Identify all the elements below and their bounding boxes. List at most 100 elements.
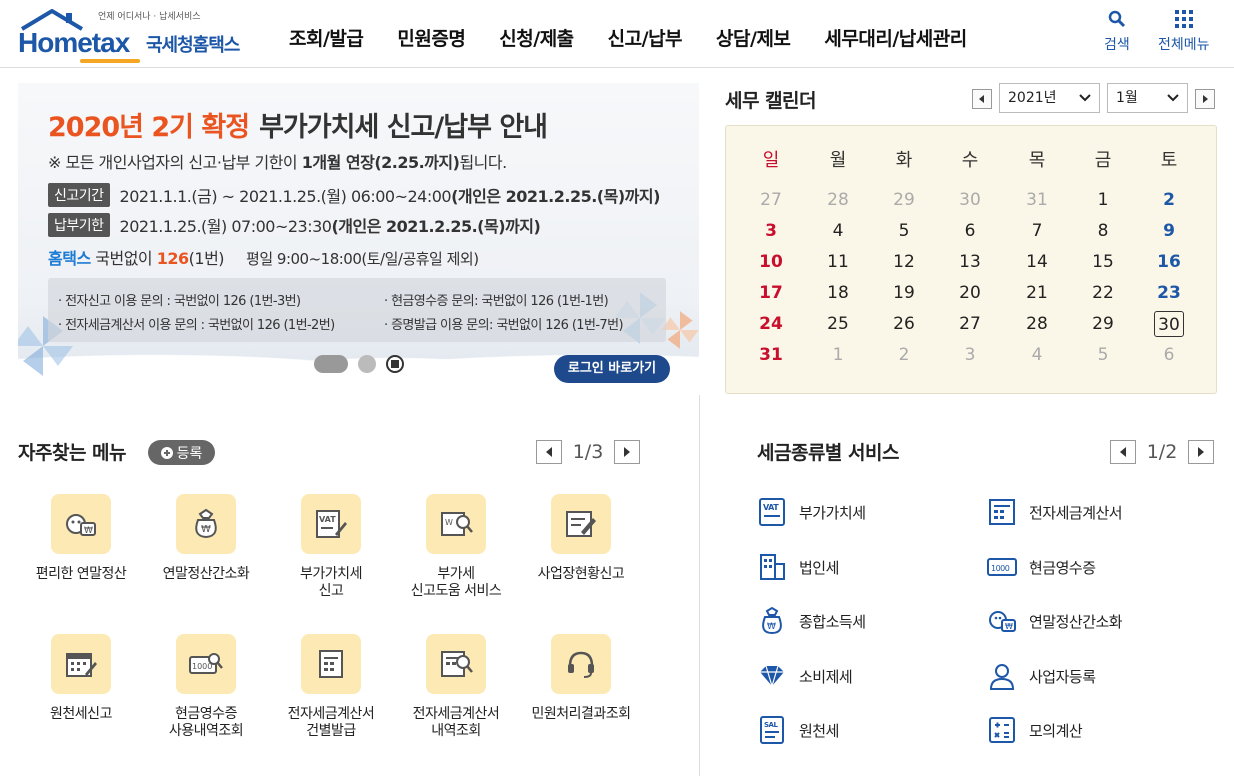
service-year-end[interactable]: ₩ 연말정산간소화 bbox=[985, 604, 1123, 638]
calendar-day[interactable]: 28 bbox=[823, 187, 853, 213]
person-icon bbox=[985, 659, 1019, 693]
frequent-item-e-invoice-search[interactable]: 전자세금계산서 내역조회 bbox=[396, 634, 516, 740]
frequent-item-e-invoice-issue[interactable]: 전자세금계산서 건별발급 bbox=[271, 634, 391, 740]
calendar-day[interactable]: 30 bbox=[1154, 311, 1184, 337]
cash-receipt-icon: 1000 bbox=[985, 550, 1019, 584]
frequent-item-business-report[interactable]: 사업장현황신고 bbox=[521, 494, 641, 583]
e-invoice-issue-icon bbox=[301, 634, 361, 694]
frequent-next-button[interactable] bbox=[614, 440, 640, 464]
service-corporate-tax[interactable]: 법인세 bbox=[755, 550, 839, 584]
logo-brand: Hometax bbox=[18, 27, 130, 58]
main-nav: 조회/발급 민원증명 신청/제출 신고/납부 상담/제보 세무대리/납세관리 bbox=[272, 24, 984, 51]
svg-text:SAL: SAL bbox=[764, 721, 778, 729]
nav-apply-submit[interactable]: 신청/제출 bbox=[482, 24, 590, 51]
service-withholding-tax[interactable]: SAL 원천세 bbox=[755, 713, 839, 747]
calendar-day[interactable]: 5 bbox=[1088, 342, 1118, 368]
calendar-day[interactable]: 31 bbox=[1022, 187, 1052, 213]
calendar-day[interactable]: 4 bbox=[1022, 342, 1052, 368]
calendar-day[interactable]: 17 bbox=[756, 280, 786, 306]
calendar-day[interactable]: 14 bbox=[1022, 249, 1052, 275]
calendar-day[interactable]: 7 bbox=[1022, 218, 1052, 244]
calendar-day[interactable]: 27 bbox=[955, 311, 985, 337]
service-cash-receipt[interactable]: 1000 현금영수증 bbox=[985, 550, 1096, 584]
frequent-prev-button[interactable] bbox=[536, 440, 562, 464]
hometax-logo[interactable]: 언제 어디서나 · 납세서비스 Hometax 국세청홈택스 bbox=[18, 9, 248, 63]
frequent-item-vat-report[interactable]: VAT 부가가치세 신고 bbox=[271, 494, 391, 600]
frequent-item-withholding[interactable]: 원천세신고 bbox=[21, 634, 141, 723]
service-label: 소비제세 bbox=[799, 667, 853, 686]
nav-certificates[interactable]: 민원증명 bbox=[380, 24, 482, 51]
calendar-day[interactable]: 11 bbox=[823, 249, 853, 275]
calendar-day[interactable]: 24 bbox=[756, 311, 786, 337]
calendar-day[interactable]: 21 bbox=[1022, 280, 1052, 306]
register-button[interactable]: 등록 bbox=[148, 440, 215, 465]
service-vat[interactable]: VAT 부가가치세 bbox=[755, 495, 866, 529]
year-select[interactable]: 2021년 bbox=[999, 83, 1100, 113]
calendar-prev-button[interactable] bbox=[972, 89, 992, 109]
service-mock-calculation[interactable]: 모의계산 bbox=[985, 713, 1083, 747]
calendar-day[interactable]: 5 bbox=[889, 218, 919, 244]
carousel-dot-active[interactable] bbox=[314, 355, 348, 373]
nav-tax-agent[interactable]: 세무대리/납세관리 bbox=[807, 24, 983, 51]
month-select[interactable]: 1월 bbox=[1107, 83, 1188, 113]
calendar-day[interactable]: 3 bbox=[756, 218, 786, 244]
calendar-day[interactable]: 13 bbox=[955, 249, 985, 275]
carousel-stop-button[interactable] bbox=[386, 355, 404, 373]
banner-notice: ※ 모든 개인사업자의 신고·납부 기한이 1개월 연장(2.25.까지)됩니다… bbox=[48, 149, 507, 173]
services-next-button[interactable] bbox=[1188, 440, 1214, 464]
calendar-day[interactable]: 1 bbox=[823, 342, 853, 368]
calendar-day[interactable]: 29 bbox=[889, 187, 919, 213]
calendar-day[interactable]: 6 bbox=[1154, 342, 1184, 368]
calendar-day[interactable]: 2 bbox=[889, 342, 919, 368]
calendar-day[interactable]: 22 bbox=[1088, 280, 1118, 306]
services-prev-button[interactable] bbox=[1110, 440, 1136, 464]
calendar-day[interactable]: 4 bbox=[823, 218, 853, 244]
calendar-day[interactable]: 3 bbox=[955, 342, 985, 368]
filing-period-row: 신고기간 2021.1.1.(금) ~ 2021.1.25.(월) 06:00~… bbox=[48, 183, 660, 207]
all-menu-button[interactable]: 전체메뉴 bbox=[1158, 10, 1210, 54]
frequent-item-year-end-simple[interactable]: ₩ 연말정산간소화 bbox=[146, 494, 266, 583]
frequent-item-vat-help[interactable]: W 부가세 신고도움 서비스 bbox=[396, 494, 516, 600]
carousel-indicators bbox=[314, 355, 404, 373]
calendar-day[interactable]: 1 bbox=[1088, 187, 1118, 213]
nav-report-pay[interactable]: 신고/납부 bbox=[591, 24, 699, 51]
frequent-item-year-end[interactable]: ₩ 편리한 연말정산 bbox=[21, 494, 141, 583]
calendar-day[interactable]: 28 bbox=[1022, 311, 1052, 337]
calendar-day[interactable]: 20 bbox=[955, 280, 985, 306]
carousel-dot[interactable] bbox=[358, 355, 376, 373]
calendar-day[interactable]: 2 bbox=[1154, 187, 1184, 213]
calendar-day[interactable]: 10 bbox=[756, 249, 786, 275]
calendar-day[interactable]: 8 bbox=[1088, 218, 1118, 244]
calendar-day[interactable]: 15 bbox=[1088, 249, 1118, 275]
search-icon bbox=[1108, 10, 1125, 28]
main-banner[interactable]: 2020년 2기 확정 부가가치세 신고/납부 안내 ※ 모든 개인사업자의 신고… bbox=[18, 83, 699, 395]
calendar-day[interactable]: 26 bbox=[889, 311, 919, 337]
nav-consult-report[interactable]: 상담/제보 bbox=[699, 24, 807, 51]
calendar-day[interactable]: 30 bbox=[955, 187, 985, 213]
service-consumption-tax[interactable]: 소비제세 bbox=[755, 659, 853, 693]
section-divider bbox=[699, 395, 700, 776]
calendar-day[interactable]: 6 bbox=[955, 218, 985, 244]
service-income-tax[interactable]: ₩ 종합소득세 bbox=[755, 604, 866, 638]
calendar-day[interactable]: 12 bbox=[889, 249, 919, 275]
frequent-item-cash-receipt-search[interactable]: 1000 현금영수증 사용내역조회 bbox=[146, 634, 266, 740]
logo-tagline: 언제 어디서나 · 납세서비스 bbox=[98, 12, 201, 22]
service-business-registration[interactable]: 사업자등록 bbox=[985, 659, 1096, 693]
search-button[interactable]: 검색 bbox=[1104, 10, 1130, 54]
login-shortcut-button[interactable]: 로그인 바로가기 bbox=[554, 355, 670, 383]
nav-inquiry-issue[interactable]: 조회/발급 bbox=[272, 24, 380, 51]
calendar-day[interactable]: 27 bbox=[756, 187, 786, 213]
register-label: 등록 bbox=[176, 445, 203, 462]
calendar-day[interactable]: 25 bbox=[823, 311, 853, 337]
service-e-invoice[interactable]: 전자세금계산서 bbox=[985, 495, 1123, 529]
frequent-item-civil-result[interactable]: 민원처리결과조회 bbox=[521, 634, 641, 723]
calendar-day[interactable]: 16 bbox=[1154, 249, 1184, 275]
calendar-day[interactable]: 31 bbox=[756, 342, 786, 368]
calendar-day[interactable]: 9 bbox=[1154, 218, 1184, 244]
service-label: 법인세 bbox=[799, 558, 839, 577]
calendar-day[interactable]: 19 bbox=[889, 280, 919, 306]
calendar-day[interactable]: 23 bbox=[1154, 280, 1184, 306]
calendar-day[interactable]: 29 bbox=[1088, 311, 1118, 337]
calendar-day[interactable]: 18 bbox=[823, 280, 853, 306]
calendar-next-button[interactable] bbox=[1195, 89, 1215, 109]
